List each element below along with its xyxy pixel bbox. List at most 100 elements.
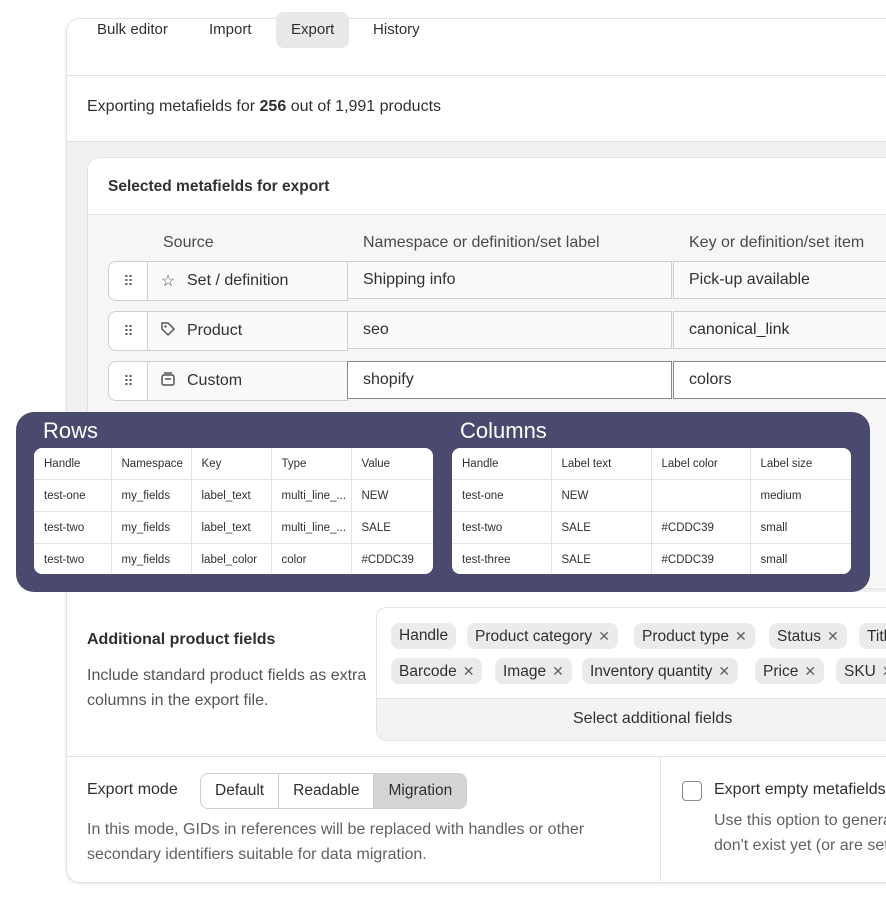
table-cell: #CDDC39 [651, 543, 751, 574]
table-cell: SALE [351, 511, 433, 544]
export-empty-checkbox[interactable] [682, 781, 702, 801]
export-mode-readable[interactable]: Readable [279, 774, 375, 808]
table-cell: label_color [191, 543, 272, 574]
metafield-row: ⠿ Product seo canonical_link [108, 311, 886, 351]
source-label: Product [187, 322, 243, 339]
table-cell: test-one [452, 479, 552, 512]
export-empty-description: Use this option to generate don't exist … [714, 808, 886, 858]
key-field[interactable]: Pick-up available [673, 261, 886, 299]
table-cell [651, 479, 751, 512]
chip-label: Image [503, 663, 547, 680]
table-cell: label_text [191, 479, 272, 512]
chip-label: SKU [844, 663, 876, 680]
tab-bulk-editor[interactable]: Bulk editor [82, 12, 183, 48]
chip-sku: SKU ✕ [836, 658, 886, 684]
table-cell: test-two [452, 511, 552, 544]
chip-label: Handle [399, 627, 449, 644]
tab-bar [66, 18, 886, 76]
table-cell: #CDDC39 [361, 553, 414, 566]
table-cell: SALE [551, 543, 652, 574]
summary-prefix: Exporting metafields for [87, 98, 256, 115]
chip-product-category: Product category ✕ [467, 623, 618, 649]
namespace-field[interactable]: Shipping info [347, 261, 672, 299]
additional-fields-description: Include standard product fields as extra… [87, 667, 367, 709]
table-row: test-one my_fields label_text multi_line_..… [34, 479, 433, 512]
close-icon[interactable]: ✕ [882, 663, 886, 679]
export-mode-default[interactable]: Default [201, 774, 280, 808]
column-source: Source [163, 234, 214, 251]
export-empty-description-line: don't exist yet (or are set [714, 837, 886, 854]
table-cell: multi_line_... [271, 479, 352, 512]
source-select[interactable]: Custom [147, 361, 348, 401]
column-namespace: Namespace or definition/set label [363, 234, 600, 251]
close-icon[interactable]: ✕ [804, 663, 816, 679]
select-additional-fields-button[interactable]: Select additional fields [377, 698, 886, 740]
table-cell: NEW [551, 479, 652, 512]
summary-suffix: out of 1,991 products [290, 98, 442, 115]
export-mode-migration[interactable]: Migration [374, 774, 467, 808]
export-empty-label: Export empty metafields [714, 781, 886, 798]
table-row: test-two SALE #CDDC39 small [452, 511, 851, 544]
additional-fields-title: Additional product fields [87, 631, 276, 648]
table-cell: Label color [651, 448, 751, 480]
chip-label: Status [777, 628, 821, 645]
table-cell: my_fields [111, 479, 192, 512]
close-icon[interactable]: ✕ [598, 628, 610, 644]
close-icon[interactable]: ✕ [718, 663, 730, 679]
select-additional-fields-label: Select additional fields [573, 710, 733, 727]
table-cell: test-two [34, 511, 112, 544]
drag-handle-icon[interactable]: ⠿ [108, 361, 148, 401]
drag-handle-icon[interactable]: ⠿ [108, 261, 148, 301]
drag-handle-icon[interactable]: ⠿ [108, 311, 148, 351]
divider [660, 757, 661, 881]
close-icon[interactable]: ✕ [552, 663, 564, 679]
table-row: test-one NEW medium [452, 479, 851, 512]
page: Bulk editor Import Export History Export… [0, 0, 886, 900]
table-cell: Type [271, 448, 352, 480]
rows-table: Handle Namespace Key Type Value test-one my_f… [34, 448, 433, 574]
table-cell: SALE [551, 511, 652, 544]
metafield-row: ⠿ Custom shopify colors [108, 361, 886, 401]
tab-import[interactable]: Import [194, 12, 267, 48]
table-cell: color [271, 543, 352, 574]
source-select[interactable]: ☆ Set / definition [147, 261, 348, 301]
table-row: Handle Label text Label color Label size [452, 448, 851, 480]
table-cell: test-two [34, 543, 112, 574]
tab-export[interactable]: Export [276, 12, 350, 48]
tab-history[interactable]: History [358, 12, 435, 48]
table-cell: Handle [34, 448, 112, 480]
box-icon [158, 371, 178, 392]
namespace-field[interactable]: seo [347, 311, 672, 349]
chip-title: Title✕ [859, 623, 886, 649]
chip-barcode: Barcode ✕ [391, 658, 483, 684]
close-icon[interactable]: ✕ [827, 628, 839, 644]
selected-metafields-title: Selected metafields for export [108, 178, 330, 195]
close-icon[interactable]: ✕ [735, 628, 747, 644]
source-label: Custom [187, 372, 243, 389]
close-icon[interactable]: ✕ [463, 663, 475, 679]
namespace-field[interactable]: shopify [347, 361, 672, 399]
key-field[interactable]: canonical_link [673, 311, 886, 349]
export-empty-description-line: Use this option to generate [714, 812, 886, 829]
rows-title: Rows [43, 418, 99, 443]
export-mode-description: In this mode, GIDs in references will be… [87, 821, 585, 863]
columns-title: Columns [460, 418, 547, 443]
summary-count: 256 [259, 98, 287, 115]
chip-label: Product type [642, 628, 730, 645]
chip-image: Image ✕ [495, 658, 572, 684]
chip-inventory-quantity: Inventory quantity ✕ [582, 658, 739, 684]
export-summary: Exporting metafields for 256 out of 1,99… [87, 98, 441, 116]
source-select[interactable]: Product [147, 311, 348, 351]
table-cell: small [750, 511, 851, 544]
chip-label: Price [763, 663, 799, 680]
column-key: Key or definition/set item [689, 234, 865, 251]
tag-icon [158, 321, 178, 342]
chip-price: Price ✕ [755, 658, 825, 684]
table-row: test-two my_fields label_color color #CDDC39 [34, 543, 433, 574]
chip-handle: Handle [391, 623, 457, 649]
table-row: test-three SALE #CDDC39 small [452, 543, 851, 574]
chip-product-type: Product type ✕ [634, 623, 755, 649]
table-cell: medium [750, 479, 851, 512]
key-field[interactable]: colors [673, 361, 886, 399]
chip-label: Inventory quantity [590, 663, 713, 680]
